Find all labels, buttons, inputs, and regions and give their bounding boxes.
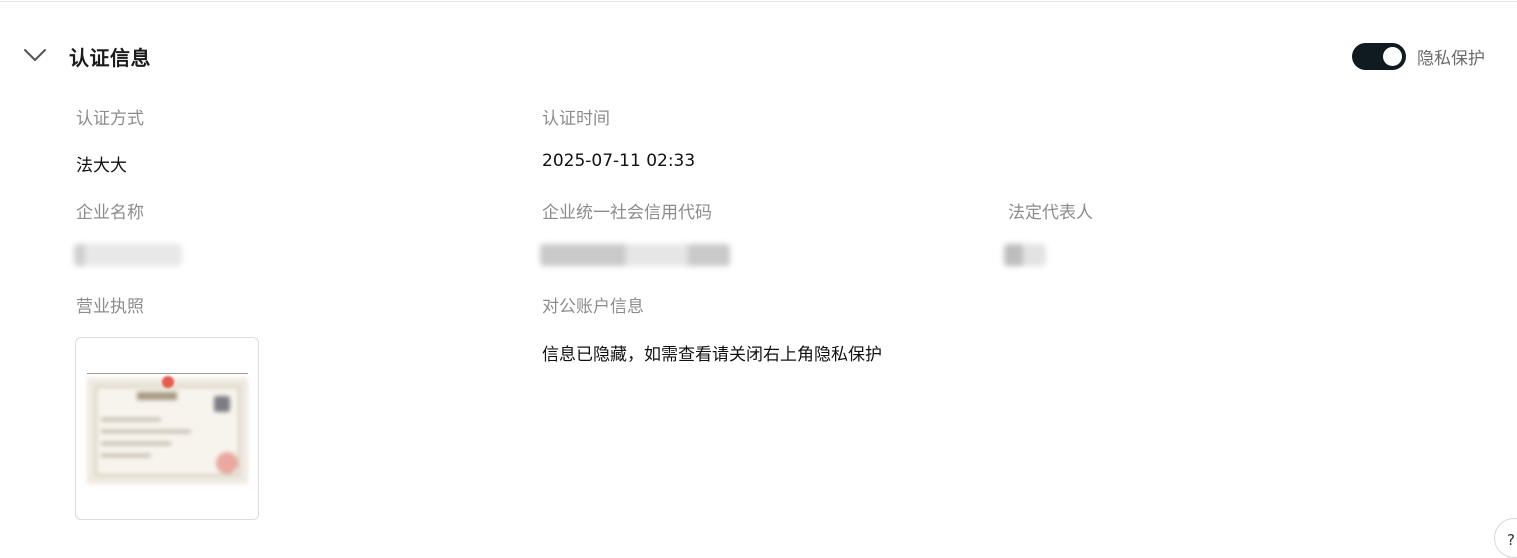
chevron-down-icon bbox=[24, 49, 46, 61]
thumbnail-divider bbox=[87, 373, 248, 374]
legal-rep-masked-value bbox=[1004, 244, 1046, 266]
company-name-label: 企业名称 bbox=[76, 203, 144, 223]
auth-time-value: 2025-07-11 02:33 bbox=[542, 151, 696, 171]
collapse-button[interactable] bbox=[18, 41, 52, 69]
license-image bbox=[87, 378, 248, 484]
corporate-account-value: 信息已隐藏，如需查看请关闭右上角隐私保护 bbox=[542, 345, 882, 365]
privacy-label: 隐私保护 bbox=[1417, 49, 1485, 69]
company-name-masked-value bbox=[74, 244, 182, 266]
business-license-label: 营业执照 bbox=[76, 297, 144, 317]
section-header: 认证信息 隐私保护 bbox=[0, 30, 1517, 80]
credit-code-masked-value bbox=[540, 244, 730, 266]
legal-rep-label: 法定代表人 bbox=[1008, 203, 1093, 223]
corporate-account-label: 对公账户信息 bbox=[542, 297, 644, 317]
auth-method-label: 认证方式 bbox=[76, 109, 144, 129]
top-divider bbox=[0, 1, 1517, 2]
business-license-thumbnail[interactable] bbox=[75, 337, 259, 520]
help-button[interactable]: ? bbox=[1494, 518, 1517, 558]
auth-method-value: 法大大 bbox=[76, 156, 127, 176]
credit-code-label: 企业统一社会信用代码 bbox=[542, 203, 712, 223]
auth-time-label: 认证时间 bbox=[542, 109, 610, 129]
section-title: 认证信息 bbox=[69, 46, 151, 70]
seal-mark bbox=[162, 376, 174, 388]
privacy-toggle[interactable] bbox=[1352, 43, 1406, 70]
toggle-knob bbox=[1383, 47, 1402, 66]
help-icon: ? bbox=[1507, 531, 1515, 549]
